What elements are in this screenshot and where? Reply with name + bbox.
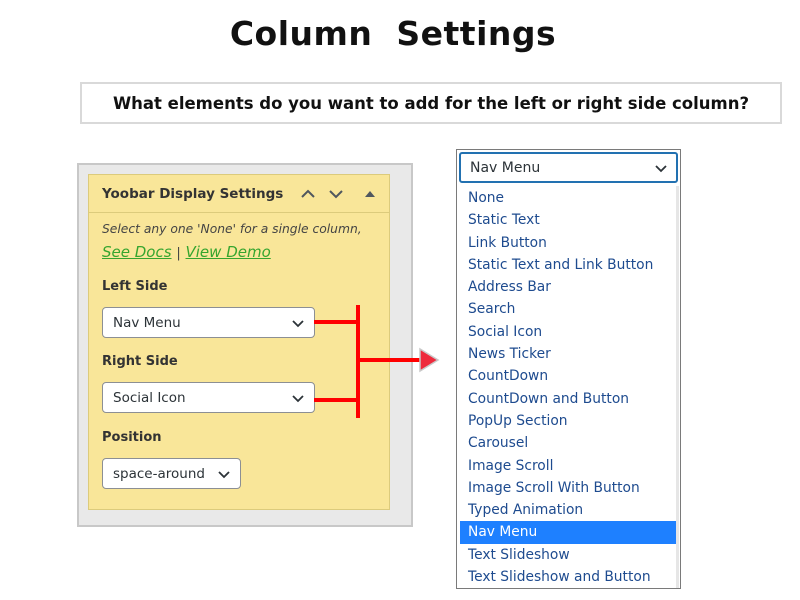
dropdown-option[interactable]: Text Slideshow [460, 544, 677, 566]
dropdown-option[interactable]: Link Button [460, 232, 677, 254]
dropdown-selected-value: Nav Menu [470, 160, 541, 176]
dropdown-option[interactable]: CountDown [460, 365, 677, 387]
chevron-down-icon [655, 165, 667, 173]
dropdown-option[interactable]: Image Scroll [460, 455, 677, 477]
nav-dropdown[interactable]: Nav Menu None Static Text Link Button Stati… [456, 149, 681, 589]
dropdown-option[interactable]: None [460, 187, 677, 209]
dropdown-option[interactable]: Image Scroll With Button [460, 477, 677, 499]
dropdown-option[interactable]: Carousel [460, 432, 677, 454]
dropdown-option[interactable]: Social Icon [460, 321, 677, 343]
dropdown-option[interactable]: Static Text and Link Button [460, 254, 677, 276]
arrow-right-icon [419, 347, 440, 373]
dropdown-option[interactable]: Search [460, 298, 677, 320]
dropdown-option[interactable]: Typed Animation [460, 499, 677, 521]
dropdown-option[interactable]: Static Text [460, 209, 677, 231]
dropdown-option[interactable]: PopUp Section [460, 410, 677, 432]
dropdown-select[interactable]: Nav Menu [459, 152, 678, 183]
dropdown-option[interactable]: CountDown and Button [460, 388, 677, 410]
dropdown-scrollbar[interactable] [676, 186, 679, 588]
dropdown-option[interactable]: Text Slideshow and Button [460, 566, 677, 588]
dropdown-option[interactable]: Nav Menu [460, 521, 677, 544]
dropdown-option[interactable]: News Ticker [460, 343, 677, 365]
dropdown-option[interactable]: Address Bar [460, 276, 677, 298]
dropdown-options-list: None Static Text Link Button Static Text an… [460, 187, 677, 588]
